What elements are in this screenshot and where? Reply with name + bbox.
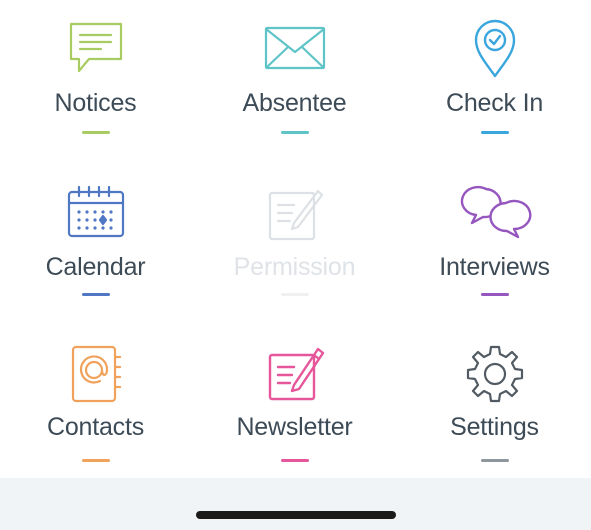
- menu-label: Interviews: [439, 253, 550, 281]
- menu-label: Settings: [450, 413, 539, 441]
- chat-bubbles-icon: [460, 183, 531, 245]
- menu-label: Calendar: [45, 253, 146, 281]
- menu-tile-calendar[interactable]: Calendar: [0, 163, 191, 326]
- menu-label: Notices: [54, 89, 137, 117]
- menu-underline: [280, 131, 309, 134]
- menu-underline: [280, 293, 309, 296]
- address-book-icon: [65, 343, 127, 405]
- menu-underline: [480, 293, 509, 296]
- home-indicator[interactable]: [196, 511, 396, 519]
- menu-tile-newsletter[interactable]: Newsletter: [191, 326, 398, 478]
- menu-underline: [81, 459, 110, 462]
- menu-tile-interviews[interactable]: Interviews: [398, 163, 591, 326]
- edit-document-icon: [264, 183, 326, 245]
- menu-underline: [81, 131, 110, 134]
- menu-underline: [280, 459, 309, 462]
- menu-tile-absentee[interactable]: Absentee: [191, 0, 398, 163]
- speech-bubble-icon: [65, 18, 127, 80]
- location-pin-icon: [464, 18, 526, 80]
- menu-label: Check In: [445, 89, 544, 117]
- newsletter-edit-icon: [264, 343, 326, 405]
- menu-tile-settings[interactable]: Settings: [398, 326, 591, 478]
- menu-underline: [480, 131, 509, 134]
- menu-tile-check-in[interactable]: Check In: [398, 0, 591, 163]
- menu-tile-permission: Permission: [191, 163, 398, 326]
- menu-label: Newsletter: [236, 413, 353, 441]
- gear-icon: [464, 343, 526, 405]
- menu-tile-contacts[interactable]: Contacts: [0, 326, 191, 478]
- menu-label: Permission: [233, 253, 356, 281]
- menu-tile-notices[interactable]: Notices: [0, 0, 191, 163]
- menu-label: Contacts: [46, 413, 145, 441]
- menu-underline: [480, 459, 509, 462]
- bottom-bar: [0, 478, 591, 530]
- menu-grid: Notices Absentee Check In Calendar Permi…: [0, 0, 591, 478]
- menu-underline: [81, 293, 110, 296]
- menu-label: Absentee: [242, 89, 347, 117]
- calendar-icon: [65, 183, 127, 245]
- envelope-icon: [264, 18, 326, 80]
